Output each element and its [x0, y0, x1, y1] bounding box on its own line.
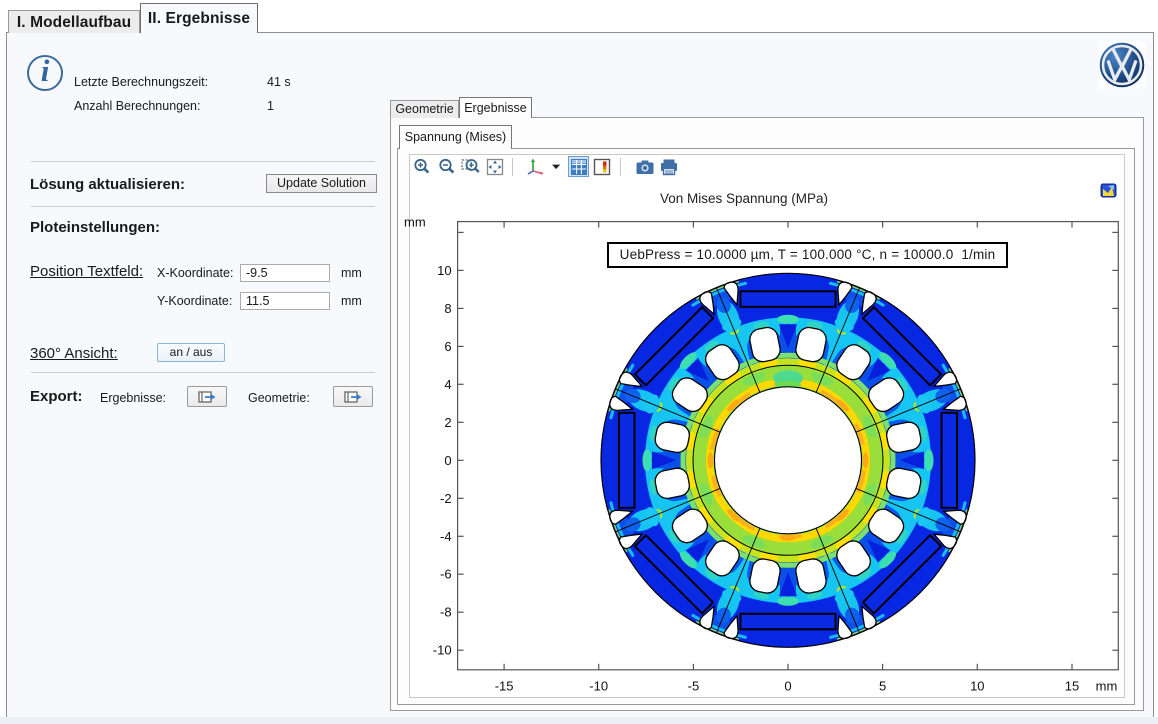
svg-text:-2: -2	[440, 491, 452, 506]
svg-text:6: 6	[444, 339, 451, 354]
svg-text:mm: mm	[404, 215, 426, 230]
svg-text:0: 0	[444, 453, 451, 468]
svg-text:-15: -15	[495, 679, 514, 694]
svg-text:5: 5	[879, 679, 886, 694]
svg-text:-6: -6	[440, 567, 452, 582]
svg-text:-10: -10	[589, 679, 608, 694]
svg-text:-10: -10	[433, 643, 452, 658]
svg-text:0: 0	[784, 679, 791, 694]
svg-text:-8: -8	[440, 605, 452, 620]
svg-text:-4: -4	[440, 529, 452, 544]
svg-text:2: 2	[444, 415, 451, 430]
svg-text:4: 4	[444, 377, 451, 392]
svg-text:8: 8	[444, 301, 451, 316]
svg-text:10: 10	[437, 263, 451, 278]
svg-text:15: 15	[1065, 679, 1079, 694]
svg-text:-5: -5	[688, 679, 700, 694]
svg-text:mm: mm	[1096, 679, 1118, 694]
svg-text:10: 10	[970, 679, 984, 694]
